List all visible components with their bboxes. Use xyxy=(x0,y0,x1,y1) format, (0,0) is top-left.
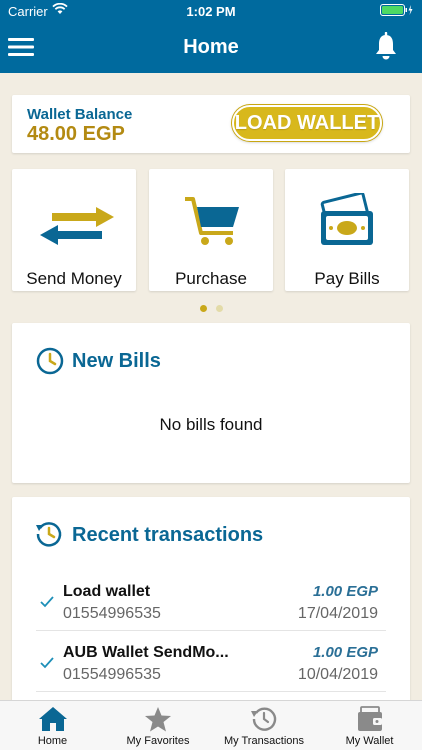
shopping-cart-icon xyxy=(185,197,239,245)
wallet-balance-amount: 48.00 EGP xyxy=(27,123,125,145)
recent-transactions-title: Recent transactions xyxy=(72,524,264,546)
wallet-balance-label: Wallet Balance xyxy=(27,106,133,123)
bills-cash-icon xyxy=(320,193,373,245)
pay-bills-label: Pay Bills xyxy=(314,269,380,288)
tab-home-label: Home xyxy=(37,735,68,747)
load-wallet-button[interactable]: LOAD WALLET xyxy=(232,105,382,141)
recent-transactions-card: Recent transactions Load wallet 01554996… xyxy=(12,497,410,707)
transaction-title: Load wallet xyxy=(63,583,151,600)
send-money-tile[interactable]: Send Money xyxy=(12,169,136,291)
page-dot[interactable] xyxy=(216,305,223,312)
transaction-row[interactable]: Load wallet 01554996535 1.00 EGP 17/04/2… xyxy=(36,571,386,631)
transaction-phone: 01554996535 xyxy=(63,605,161,622)
status-bar: Carrier 1:02 PM xyxy=(0,0,422,22)
wallet-icon xyxy=(357,706,382,731)
history-icon xyxy=(251,707,277,731)
purchase-tile[interactable]: Purchase xyxy=(149,169,273,291)
tab-my-wallet-label: My Wallet xyxy=(345,735,394,747)
history-icon xyxy=(36,522,62,547)
transaction-date: 17/04/2019 xyxy=(297,605,378,622)
transaction-amount: 1.00 EGP xyxy=(312,644,378,661)
transfer-arrows-icon xyxy=(40,207,114,245)
tab-home[interactable]: Home xyxy=(0,701,105,750)
new-bills-title: New Bills xyxy=(72,350,161,372)
home-icon xyxy=(38,707,67,731)
notification-bell-icon[interactable] xyxy=(374,32,398,60)
send-money-label: Send Money xyxy=(26,269,122,288)
battery-icon xyxy=(380,4,413,16)
transaction-phone: 01554996535 xyxy=(63,666,161,683)
pay-bills-tile[interactable]: Pay Bills xyxy=(285,169,409,291)
clock-icon xyxy=(36,347,64,375)
tab-my-favorites-label: My Favorites xyxy=(126,735,190,747)
transaction-title: AUB Wallet SendMo... xyxy=(63,644,229,661)
transaction-amount: 1.00 EGP xyxy=(312,583,378,600)
page-title: Home xyxy=(183,36,239,58)
checkmark-icon xyxy=(40,596,54,608)
no-bills-message: No bills found xyxy=(159,415,263,434)
nav-bar: Home xyxy=(0,22,422,72)
new-bills-card: New Bills No bills found xyxy=(12,323,410,483)
tab-my-wallet[interactable]: My Wallet xyxy=(317,701,422,750)
transaction-date: 10/04/2019 xyxy=(297,666,378,683)
page-indicator[interactable] xyxy=(0,305,422,315)
purchase-label: Purchase xyxy=(175,269,247,288)
top-bar: Carrier 1:02 PM Home xyxy=(0,0,422,73)
star-icon xyxy=(145,707,171,732)
wallet-balance-card: Wallet Balance 48.00 EGP LOAD WALLET xyxy=(12,95,410,153)
page-dot-active[interactable] xyxy=(200,305,207,312)
tab-my-transactions-label: My Transactions xyxy=(223,735,305,747)
bottom-tab-bar: Home My Favorites My Transactions My Wal… xyxy=(0,700,422,750)
status-time: 1:02 PM xyxy=(186,4,236,19)
tab-my-favorites[interactable]: My Favorites xyxy=(105,701,211,750)
tab-my-transactions[interactable]: My Transactions xyxy=(211,701,317,750)
checkmark-icon xyxy=(40,657,54,669)
transaction-row[interactable]: AUB Wallet SendMo... 01554996535 1.00 EG… xyxy=(36,632,386,692)
